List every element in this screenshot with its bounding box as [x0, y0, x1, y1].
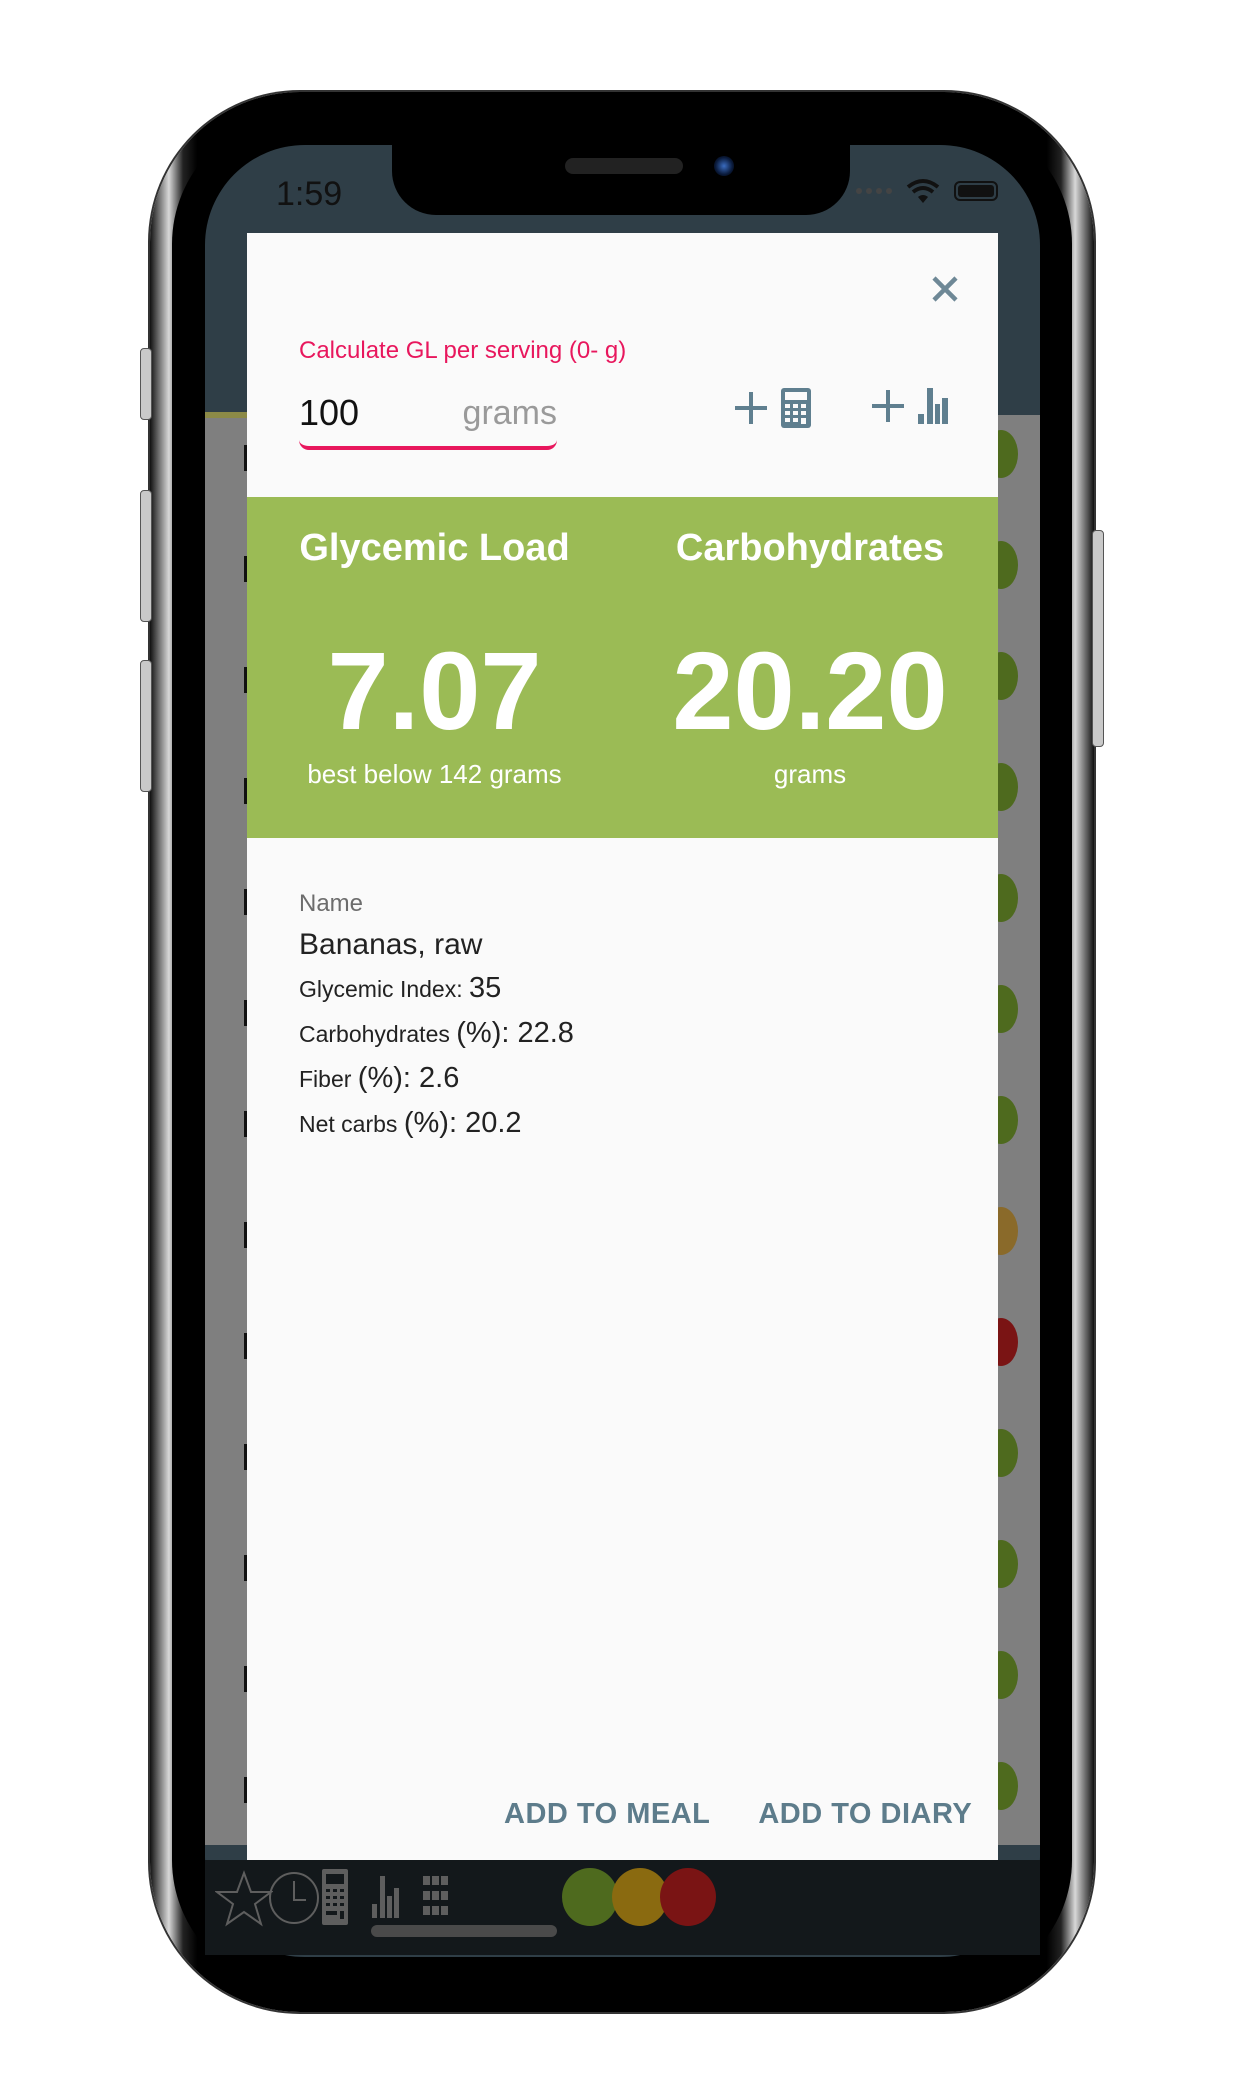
dialog-actions: ADD TO MEAL ADD TO DIARY	[504, 1798, 972, 1831]
row-value: 35	[469, 972, 502, 1004]
categories-tab[interactable]	[423, 1876, 449, 1921]
speaker	[565, 158, 683, 174]
row-unit: (%)	[357, 1062, 403, 1094]
status-icons	[856, 178, 998, 204]
food-details: Name Bananas, raw Glycemic Index: 35 Car…	[299, 890, 574, 1152]
wifi-icon	[906, 179, 940, 203]
power-button	[1092, 530, 1104, 747]
calculator-icon	[781, 388, 811, 428]
row-unit: (%)	[403, 1107, 449, 1139]
history-tab[interactable]	[268, 1871, 320, 1930]
serving-grams-input[interactable]	[299, 392, 419, 434]
battery-icon	[954, 181, 998, 201]
calculator-icon	[322, 1869, 348, 1925]
favorites-tab[interactable]	[214, 1870, 274, 1933]
star-icon	[214, 1870, 274, 1927]
red-filter-button[interactable]	[660, 1868, 716, 1926]
serving-input-field[interactable]: grams	[299, 386, 557, 450]
row-label: Carbohydrates	[299, 1021, 450, 1047]
add-to-calculator-button[interactable]	[733, 388, 811, 428]
summary-panel: Glycemic Load 7.07 best below 142 grams …	[247, 497, 998, 838]
silent-switch	[140, 348, 152, 420]
net-carbs-row: Net carbs (%): 20.2	[299, 1107, 522, 1139]
volume-down-button	[140, 660, 152, 792]
notch	[392, 145, 850, 215]
glycemic-load-title: Glycemic Load	[299, 527, 570, 569]
plus-icon	[735, 392, 767, 424]
fiber-row: Fiber (%): 2.6	[299, 1062, 460, 1094]
serving-unit-label: grams	[462, 394, 557, 432]
row-value: 20.2	[465, 1107, 522, 1139]
calculator-tab[interactable]	[322, 1869, 348, 1930]
row-label: Net carbs	[299, 1111, 398, 1137]
front-camera	[714, 156, 734, 176]
name-label: Name	[299, 890, 364, 917]
charts-tab[interactable]	[372, 1876, 400, 1923]
row-unit: (%)	[456, 1017, 502, 1049]
volume-up-button	[140, 490, 152, 622]
close-button[interactable]	[928, 272, 962, 306]
status-time: 1:59	[276, 175, 343, 213]
row-label: Glycemic Index	[299, 976, 457, 1002]
carbohydrates-row: Carbohydrates (%): 22.8	[299, 1017, 574, 1049]
row-value: 2.6	[419, 1062, 460, 1094]
carbohydrates-value: 20.20	[672, 630, 948, 753]
clock-icon	[269, 1872, 319, 1924]
carbohydrates-title: Carbohydrates	[675, 527, 945, 569]
add-to-meal-button[interactable]: ADD TO MEAL	[504, 1798, 710, 1831]
food-name: Bananas, raw	[299, 928, 483, 961]
signal-icon	[856, 188, 892, 194]
add-to-chart-button[interactable]	[870, 388, 948, 424]
plus-icon	[872, 390, 904, 422]
green-filter-button[interactable]	[562, 1868, 618, 1926]
glycemic-load-subtitle: best below 142 grams	[307, 759, 562, 789]
bar-chart-icon	[918, 388, 948, 424]
add-to-diary-button[interactable]: ADD TO DIARY	[758, 1798, 972, 1831]
grid-icon	[423, 1876, 448, 1915]
close-icon	[932, 276, 958, 302]
row-value: 22.8	[517, 1017, 574, 1049]
serving-input-label: Calculate GL per serving (0- g)	[299, 337, 627, 364]
row-label: Fiber	[299, 1066, 352, 1092]
bar-chart-icon	[372, 1876, 399, 1918]
glycemic-load-value: 7.07	[327, 630, 542, 753]
home-indicator	[371, 1925, 557, 1937]
carbohydrates-subtitle: grams	[773, 759, 847, 789]
glycemic-index-row: Glycemic Index: 35	[299, 972, 502, 1004]
